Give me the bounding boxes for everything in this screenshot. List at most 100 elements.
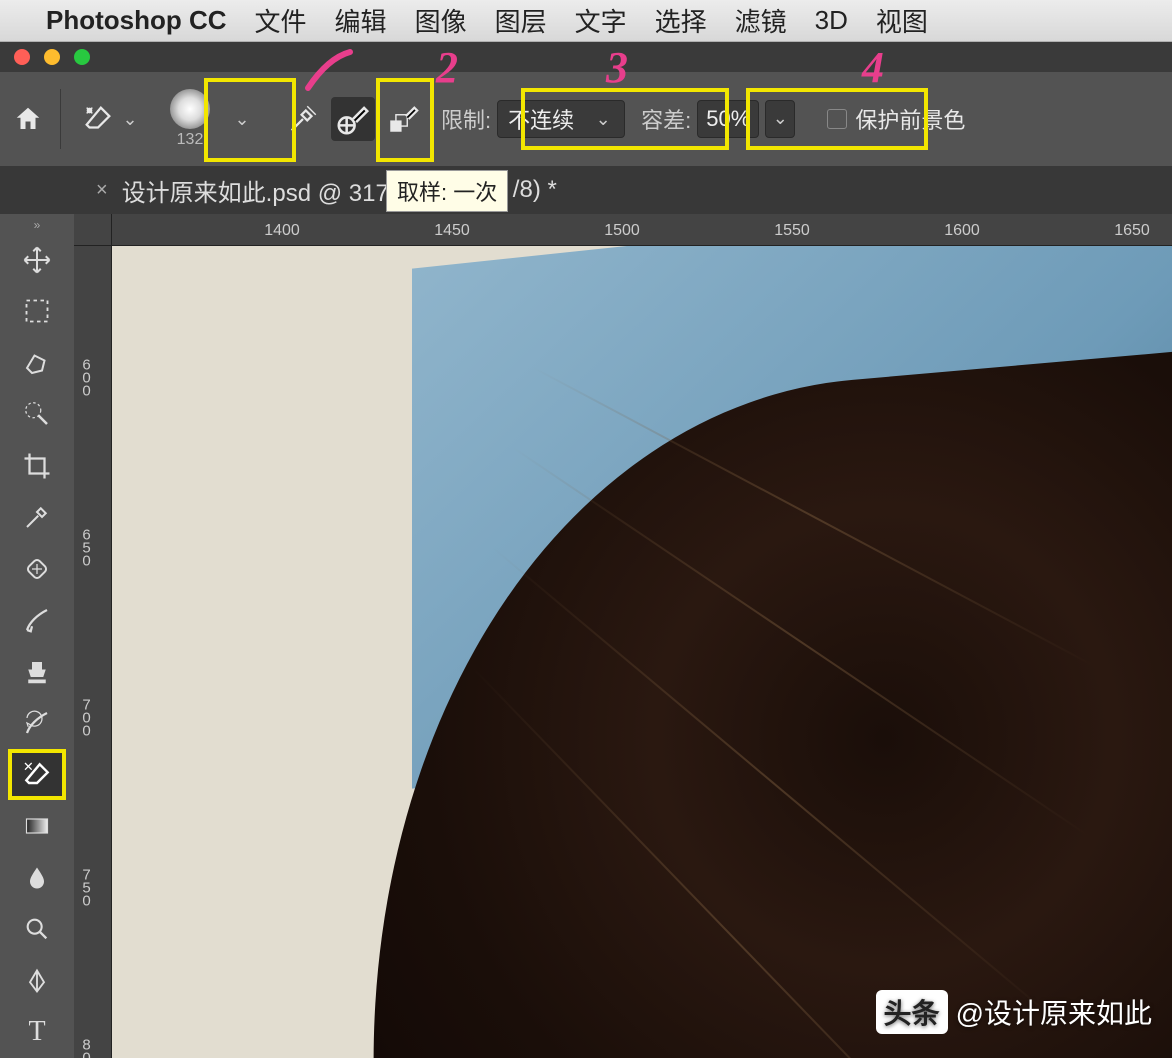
chevron-down-icon[interactable]: ⌄ — [231, 109, 253, 130]
annotation-3: 3 — [606, 42, 628, 93]
lasso-poly-icon — [22, 348, 52, 378]
marquee-icon — [23, 297, 51, 325]
document-tab-bar: × 设计原来如此.psd @ 317 取样: 一次 /8) * — [0, 166, 1172, 214]
current-tool-indicator[interactable]: ⌄ — [73, 98, 149, 140]
eyedropper-swatch-icon — [386, 102, 420, 136]
toolbar-expand-icon[interactable]: » — [0, 216, 74, 234]
brush-size-label: 132 — [177, 131, 204, 149]
window-close-button[interactable] — [14, 49, 30, 65]
document-canvas[interactable]: 头条 @设计原来如此 — [112, 246, 1172, 1058]
brush-preview-icon — [170, 89, 210, 129]
protect-foreground-checkbox[interactable]: 保护前景色 — [827, 103, 965, 135]
tool-marquee[interactable] — [8, 285, 66, 337]
quick-select-icon — [22, 399, 52, 429]
chevron-down-icon: ⌄ — [119, 109, 141, 130]
background-eraser-icon — [21, 759, 53, 791]
crop-icon — [22, 451, 52, 481]
tool-blur[interactable] — [8, 852, 66, 904]
menu-file[interactable]: 文件 — [255, 2, 307, 39]
window-minimize-button[interactable] — [44, 49, 60, 65]
ruler-tick: 1450 — [434, 222, 470, 240]
app-name[interactable]: Photoshop CC — [46, 5, 227, 36]
tool-quick-select[interactable] — [8, 388, 66, 440]
menu-type[interactable]: 文字 — [575, 2, 627, 39]
ruler-origin[interactable] — [74, 214, 112, 246]
blur-icon — [23, 864, 51, 892]
window-zoom-button[interactable] — [74, 49, 90, 65]
tool-gradient[interactable] — [8, 800, 66, 852]
tooltip-sampling-once: 取样: 一次 — [386, 170, 508, 212]
ruler-tick: 600 — [78, 357, 95, 396]
annotation-1 — [300, 44, 360, 98]
watermark-brand: 头条 — [876, 990, 948, 1034]
ruler-vertical[interactable]: 600 650 700 750 800 — [74, 246, 112, 1058]
window-chrome — [0, 42, 1172, 72]
tool-move[interactable] — [8, 234, 66, 286]
chevron-down-icon: ⌄ — [592, 109, 614, 130]
background-eraser-icon — [81, 102, 115, 136]
tab-close-button[interactable]: × — [96, 179, 108, 202]
ruler-horizontal[interactable]: 1400 1450 1500 1550 1600 1650 — [112, 214, 1172, 246]
tolerance-label: 容差: — [641, 103, 691, 135]
chevron-down-icon[interactable]: ⌄ — [765, 100, 795, 138]
brush-preset-picker[interactable]: 132 — [155, 84, 225, 154]
clone-stamp-icon — [22, 657, 52, 687]
mac-menubar: Photoshop CC 文件 编辑 图像 图层 文字 选择 滤镜 3D 视图 — [0, 0, 1172, 42]
menu-layer[interactable]: 图层 — [495, 2, 547, 39]
ruler-tick: 1550 — [774, 222, 810, 240]
menu-filter[interactable]: 滤镜 — [735, 2, 787, 39]
ruler-tick: 1600 — [944, 222, 980, 240]
watermark: 头条 @设计原来如此 — [876, 990, 1152, 1034]
tool-lasso[interactable] — [8, 337, 66, 389]
limit-label: 限制: — [441, 103, 491, 135]
limit-dropdown[interactable]: 不连续 ⌄ — [497, 100, 625, 138]
canvas-area: 1400 1450 1500 1550 1600 1650 600 650 70… — [74, 214, 1172, 1058]
protect-fg-label: 保护前景色 — [855, 103, 965, 135]
separator — [60, 89, 61, 149]
ruler-tick: 1400 — [264, 222, 300, 240]
tolerance-input[interactable]: 50% — [697, 100, 759, 138]
doc-title-prefix[interactable]: 设计原来如此.psd @ 317 — [122, 173, 389, 208]
history-brush-icon — [22, 708, 52, 738]
tool-type[interactable]: T — [8, 1006, 66, 1058]
home-icon — [13, 104, 43, 134]
watermark-handle: @设计原来如此 — [956, 992, 1152, 1032]
eyedropper-icon — [22, 502, 52, 532]
annotation-2: 2 — [436, 42, 458, 93]
tool-crop[interactable] — [8, 440, 66, 492]
tool-pen[interactable] — [8, 955, 66, 1007]
tool-dodge[interactable] — [8, 903, 66, 955]
type-icon: T — [28, 1016, 45, 1048]
sampling-swatch-button[interactable] — [381, 97, 425, 141]
ruler-tick: 800 — [78, 1037, 95, 1058]
healing-brush-icon — [22, 554, 52, 584]
eyedropper-once-icon — [334, 100, 372, 138]
sampling-once-button[interactable] — [331, 97, 375, 141]
tool-brush[interactable] — [8, 594, 66, 646]
menu-view[interactable]: 视图 — [876, 2, 928, 39]
menu-edit[interactable]: 编辑 — [335, 2, 387, 39]
tool-eyedropper[interactable] — [8, 491, 66, 543]
annotation-4: 4 — [862, 42, 884, 93]
tolerance-value: 50% — [706, 106, 750, 132]
gradient-icon — [23, 812, 51, 840]
options-bar: ⌄ 132 ⌄ 限制: 不连续 ⌄ 容差: 50% ⌄ 保护前景色 — [0, 72, 1172, 166]
brush-icon — [22, 605, 52, 635]
tool-background-eraser[interactable] — [8, 749, 66, 801]
tool-stamp[interactable] — [8, 646, 66, 698]
ruler-tick: 700 — [78, 697, 95, 736]
home-button[interactable] — [8, 99, 48, 139]
menu-3d[interactable]: 3D — [815, 5, 848, 36]
move-icon — [22, 245, 52, 275]
ruler-tick: 1650 — [1114, 222, 1150, 240]
menu-select[interactable]: 选择 — [655, 2, 707, 39]
tool-history-brush[interactable] — [8, 697, 66, 749]
workspace: » T 1400 1450 1500 1550 1600 1650 600 65… — [0, 214, 1172, 1058]
menu-image[interactable]: 图像 — [415, 2, 467, 39]
pen-icon — [23, 967, 51, 995]
tool-healing[interactable] — [8, 543, 66, 595]
ruler-tick: 650 — [78, 527, 95, 566]
tools-panel: » T — [0, 214, 74, 1058]
sampling-continuous-button[interactable] — [281, 97, 325, 141]
dodge-icon — [23, 915, 51, 943]
